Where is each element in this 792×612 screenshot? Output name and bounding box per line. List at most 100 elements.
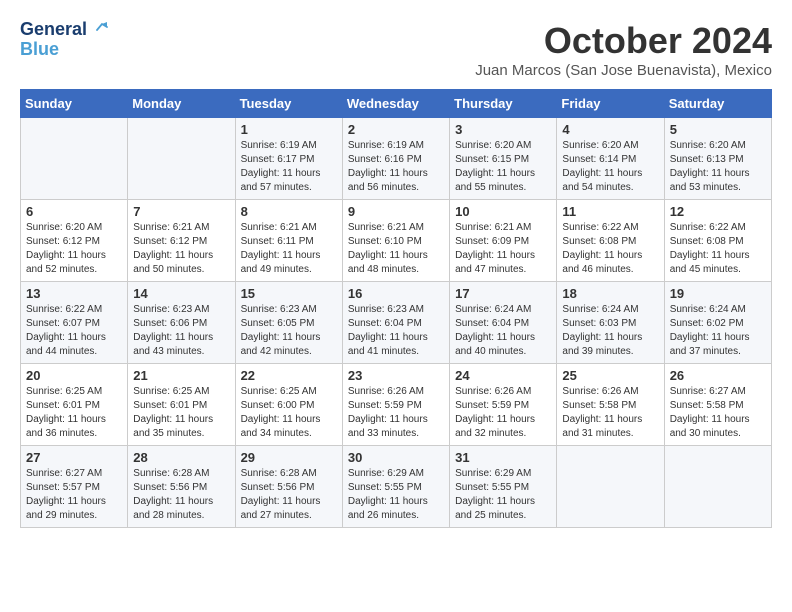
calendar-cell: 28 Sunrise: 6:28 AM Sunset: 5:56 PM Dayli… (128, 446, 235, 528)
weekday-header-tuesday: Tuesday (235, 90, 342, 118)
day-number: 15 (241, 286, 337, 301)
calendar-cell: 9 Sunrise: 6:21 AM Sunset: 6:10 PM Daylig… (342, 200, 449, 282)
day-number: 6 (26, 204, 122, 219)
calendar-cell: 20 Sunrise: 6:25 AM Sunset: 6:01 PM Dayli… (21, 364, 128, 446)
day-number: 8 (241, 204, 337, 219)
calendar-cell: 10 Sunrise: 6:21 AM Sunset: 6:09 PM Dayli… (450, 200, 557, 282)
day-number: 13 (26, 286, 122, 301)
calendar-cell: 15 Sunrise: 6:23 AM Sunset: 6:05 PM Dayli… (235, 282, 342, 364)
logo-bird-icon (89, 22, 109, 38)
day-info: Sunrise: 6:27 AM Sunset: 5:58 PM Dayligh… (670, 385, 766, 441)
day-number: 5 (670, 122, 766, 137)
day-info: Sunrise: 6:20 AM Sunset: 6:15 PM Dayligh… (455, 139, 551, 195)
calendar-cell: 3 Sunrise: 6:20 AM Sunset: 6:15 PM Daylig… (450, 118, 557, 200)
calendar-cell: 23 Sunrise: 6:26 AM Sunset: 5:59 PM Dayli… (342, 364, 449, 446)
weekday-header-friday: Friday (557, 90, 664, 118)
calendar-cell: 16Sunrise: 6:23 AM Sunset: 6:04 PM Dayli… (342, 282, 449, 364)
calendar-cell: 14 Sunrise: 6:23 AM Sunset: 6:06 PM Dayli… (128, 282, 235, 364)
day-number: 28 (133, 450, 229, 465)
calendar-cell: 24 Sunrise: 6:26 AM Sunset: 5:59 PM Dayli… (450, 364, 557, 446)
calendar-cell (128, 118, 235, 200)
day-info: Sunrise: 6:26 AM Sunset: 5:58 PM Dayligh… (562, 385, 658, 441)
calendar-subtitle: Juan Marcos (San Jose Buenavista), Mexic… (475, 62, 772, 79)
calendar-cell: 27Sunrise: 6:27 AM Sunset: 5:57 PM Dayli… (21, 446, 128, 528)
calendar-cell: 1 Sunrise: 6:19 AM Sunset: 6:17 PM Daylig… (235, 118, 342, 200)
calendar-title: October 2024 (475, 20, 772, 62)
day-number: 31 (455, 450, 551, 465)
calendar-cell: 25 Sunrise: 6:26 AM Sunset: 5:58 PM Dayli… (557, 364, 664, 446)
day-info: Sunrise: 6:24 AM Sunset: 6:04 PM Dayligh… (455, 303, 551, 359)
day-info: Sunrise: 6:22 AM Sunset: 6:08 PM Dayligh… (670, 221, 766, 277)
calendar-cell: 21 Sunrise: 6:25 AM Sunset: 6:01 PM Dayli… (128, 364, 235, 446)
calendar-cell (557, 446, 664, 528)
day-number: 1 (241, 122, 337, 137)
day-number: 25 (562, 368, 658, 383)
day-info: Sunrise: 6:22 AM Sunset: 6:07 PM Dayligh… (26, 303, 122, 359)
day-info: Sunrise: 6:21 AM Sunset: 6:11 PM Dayligh… (241, 221, 337, 277)
day-number: 21 (133, 368, 229, 383)
day-number: 22 (241, 368, 337, 383)
day-number: 4 (562, 122, 658, 137)
logo-general: General (20, 20, 87, 40)
calendar-cell: 7Sunrise: 6:21 AM Sunset: 6:12 PM Daylig… (128, 200, 235, 282)
day-number: 16 (348, 286, 444, 301)
day-number: 12 (670, 204, 766, 219)
calendar-cell: 29 Sunrise: 6:28 AM Sunset: 5:56 PM Dayli… (235, 446, 342, 528)
title-section: October 2024 Juan Marcos (San Jose Buena… (475, 20, 772, 79)
day-number: 9 (348, 204, 444, 219)
day-info: Sunrise: 6:25 AM Sunset: 6:01 PM Dayligh… (26, 385, 122, 441)
day-number: 11 (562, 204, 658, 219)
calendar-cell (664, 446, 771, 528)
day-info: Sunrise: 6:29 AM Sunset: 5:55 PM Dayligh… (348, 467, 444, 523)
day-number: 30 (348, 450, 444, 465)
weekday-header-monday: Monday (128, 90, 235, 118)
day-info: Sunrise: 6:24 AM Sunset: 6:02 PM Dayligh… (670, 303, 766, 359)
day-number: 23 (348, 368, 444, 383)
calendar-cell: 4 Sunrise: 6:20 AM Sunset: 6:14 PM Daylig… (557, 118, 664, 200)
logo-blue: Blue (20, 40, 109, 60)
calendar-cell: 19 Sunrise: 6:24 AM Sunset: 6:02 PM Dayli… (664, 282, 771, 364)
day-info: Sunrise: 6:28 AM Sunset: 5:56 PM Dayligh… (133, 467, 229, 523)
day-info: Sunrise: 6:21 AM Sunset: 6:09 PM Dayligh… (455, 221, 551, 277)
day-number: 29 (241, 450, 337, 465)
weekday-header-sunday: Sunday (21, 90, 128, 118)
day-number: 14 (133, 286, 229, 301)
calendar-cell: 12 Sunrise: 6:22 AM Sunset: 6:08 PM Dayli… (664, 200, 771, 282)
week-row-1: 1 Sunrise: 6:19 AM Sunset: 6:17 PM Daylig… (21, 118, 772, 200)
day-info: Sunrise: 6:21 AM Sunset: 6:10 PM Dayligh… (348, 221, 444, 277)
day-number: 18 (562, 286, 658, 301)
day-number: 20 (26, 368, 122, 383)
day-number: 10 (455, 204, 551, 219)
logo: General Blue (20, 20, 109, 60)
day-info: Sunrise: 6:25 AM Sunset: 6:00 PM Dayligh… (241, 385, 337, 441)
weekday-header-thursday: Thursday (450, 90, 557, 118)
calendar-cell: 2 Sunrise: 6:19 AM Sunset: 6:16 PM Daylig… (342, 118, 449, 200)
calendar-cell: 8 Sunrise: 6:21 AM Sunset: 6:11 PM Daylig… (235, 200, 342, 282)
weekday-header-row: SundayMondayTuesdayWednesdayThursdayFrid… (21, 90, 772, 118)
day-number: 2 (348, 122, 444, 137)
day-info: Sunrise: 6:23 AM Sunset: 6:05 PM Dayligh… (241, 303, 337, 359)
weekday-header-wednesday: Wednesday (342, 90, 449, 118)
calendar-cell (21, 118, 128, 200)
calendar-cell: 31Sunrise: 6:29 AM Sunset: 5:55 PM Dayli… (450, 446, 557, 528)
day-number: 17 (455, 286, 551, 301)
day-number: 19 (670, 286, 766, 301)
day-number: 24 (455, 368, 551, 383)
day-info: Sunrise: 6:19 AM Sunset: 6:16 PM Dayligh… (348, 139, 444, 195)
day-info: Sunrise: 6:28 AM Sunset: 5:56 PM Dayligh… (241, 467, 337, 523)
day-info: Sunrise: 6:26 AM Sunset: 5:59 PM Dayligh… (348, 385, 444, 441)
calendar-cell: 5Sunrise: 6:20 AM Sunset: 6:13 PM Daylig… (664, 118, 771, 200)
day-number: 3 (455, 122, 551, 137)
day-number: 26 (670, 368, 766, 383)
day-info: Sunrise: 6:19 AM Sunset: 6:17 PM Dayligh… (241, 139, 337, 195)
day-info: Sunrise: 6:25 AM Sunset: 6:01 PM Dayligh… (133, 385, 229, 441)
day-info: Sunrise: 6:24 AM Sunset: 6:03 PM Dayligh… (562, 303, 658, 359)
week-row-2: 6Sunrise: 6:20 AM Sunset: 6:12 PM Daylig… (21, 200, 772, 282)
day-info: Sunrise: 6:20 AM Sunset: 6:14 PM Dayligh… (562, 139, 658, 195)
calendar-cell: 30 Sunrise: 6:29 AM Sunset: 5:55 PM Dayli… (342, 446, 449, 528)
calendar-table: SundayMondayTuesdayWednesdayThursdayFrid… (20, 89, 772, 528)
day-info: Sunrise: 6:26 AM Sunset: 5:59 PM Dayligh… (455, 385, 551, 441)
day-info: Sunrise: 6:23 AM Sunset: 6:06 PM Dayligh… (133, 303, 229, 359)
calendar-cell: 22 Sunrise: 6:25 AM Sunset: 6:00 PM Dayli… (235, 364, 342, 446)
week-row-3: 13 Sunrise: 6:22 AM Sunset: 6:07 PM Dayli… (21, 282, 772, 364)
